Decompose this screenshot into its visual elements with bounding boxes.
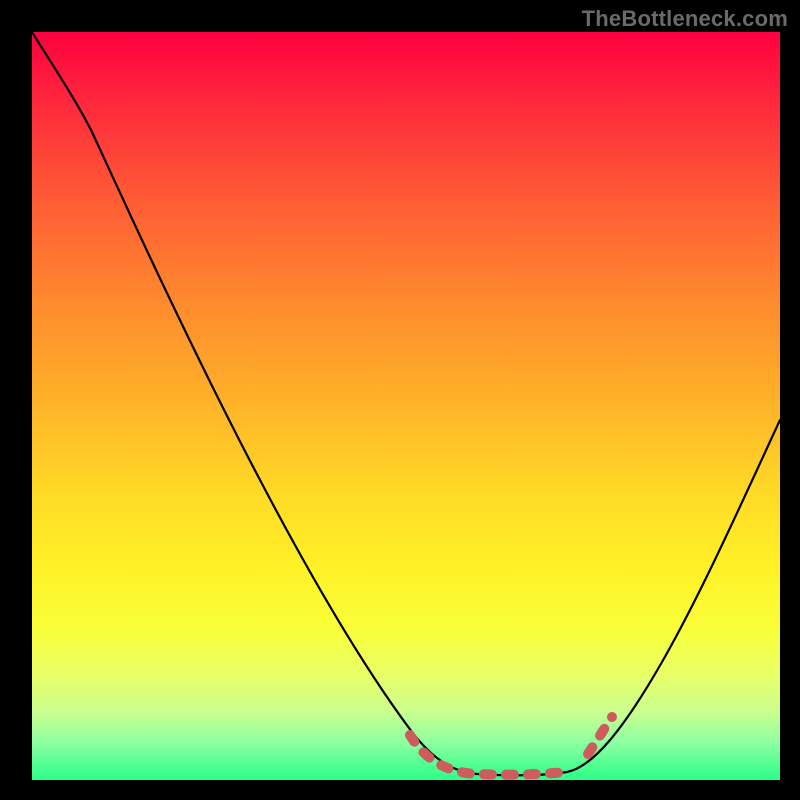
watermark-text: TheBottleneck.com (582, 6, 788, 32)
chart-svg (32, 32, 780, 780)
gradient-background (32, 32, 780, 780)
plot-area (32, 32, 780, 780)
